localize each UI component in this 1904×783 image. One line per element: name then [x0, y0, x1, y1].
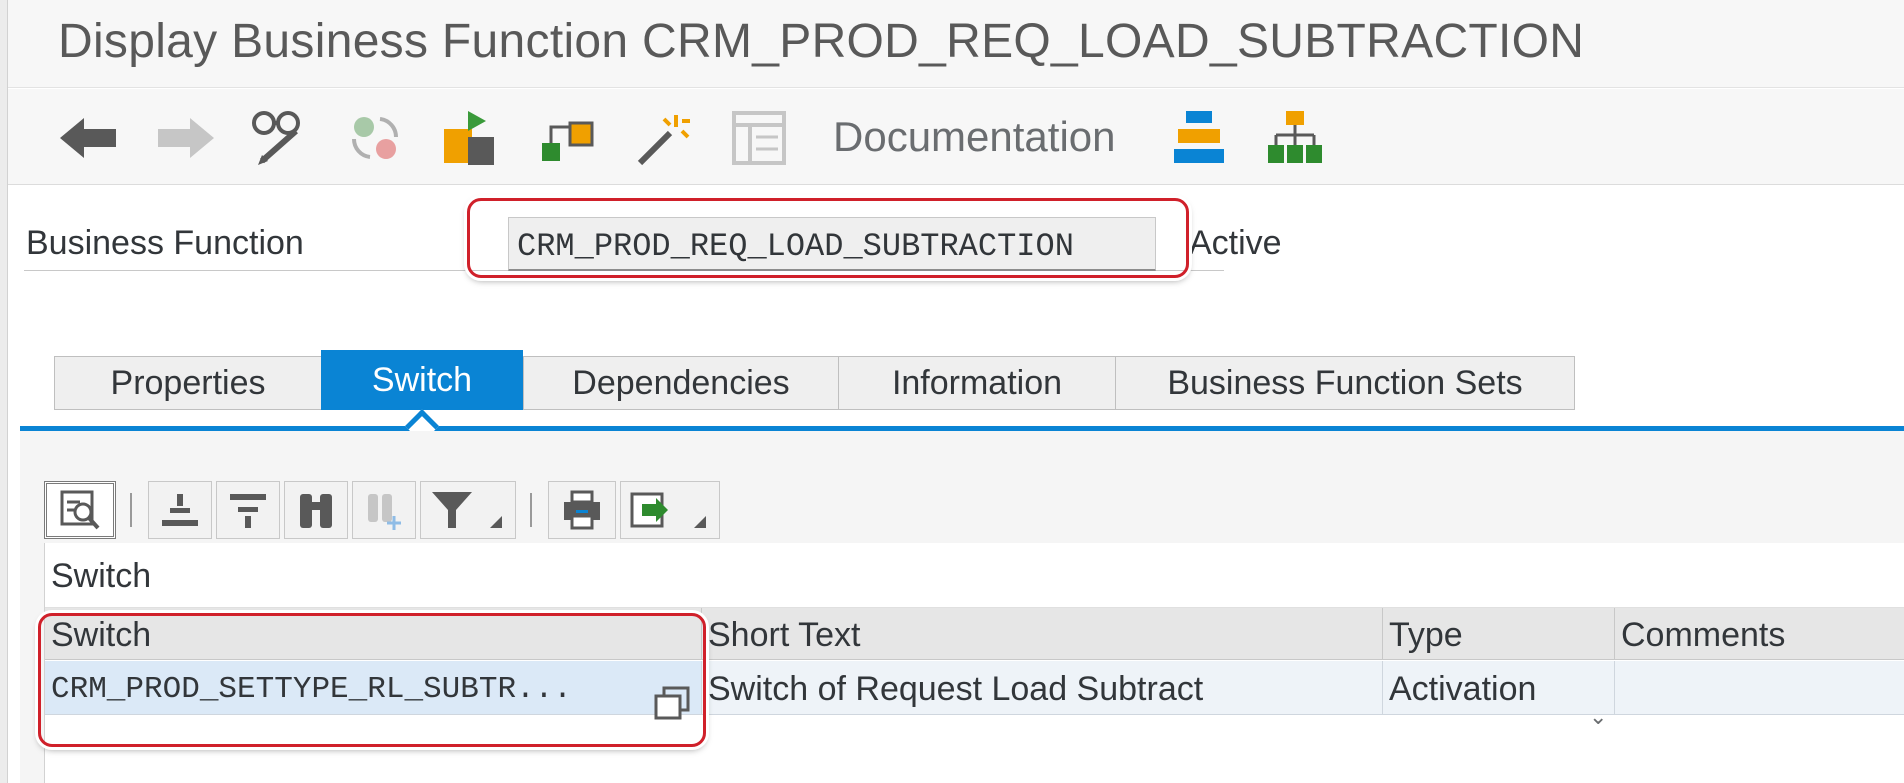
left-window-edge: [0, 0, 8, 783]
details-button[interactable]: [44, 481, 116, 539]
column-header-short-text[interactable]: Short Text: [702, 608, 1383, 660]
tab-properties[interactable]: Properties: [54, 356, 322, 410]
table-cell-short-text[interactable]: Switch of Request Load Subtract: [702, 661, 1383, 715]
sort-ascending-button[interactable]: [148, 481, 212, 539]
back-icon: [60, 118, 116, 158]
find-button[interactable]: [284, 481, 348, 539]
details-icon: [60, 490, 100, 530]
export-icon: [630, 492, 706, 528]
sort-descending-button[interactable]: [216, 481, 280, 539]
page-title: Display Business Function CRM_PROD_REQ_L…: [58, 15, 1585, 68]
toolbar-separator: [530, 493, 532, 527]
forward-icon: [158, 118, 214, 158]
switch-grid: Switch Switch Short Text Type Comments C…: [44, 543, 1904, 783]
documentation-button[interactable]: Documentation: [833, 113, 1116, 161]
copy-icon[interactable]: [652, 686, 692, 727]
toolbar-separator: [130, 493, 132, 527]
where-used-button[interactable]: [536, 107, 598, 169]
application-toolbar: Documentation: [8, 89, 1904, 185]
filter-button[interactable]: [420, 481, 516, 539]
tab-information[interactable]: Information: [838, 356, 1116, 410]
sort-ascending-icon: [162, 494, 198, 526]
magic-wand-button[interactable]: [632, 107, 694, 169]
print-button[interactable]: [548, 481, 616, 539]
column-header-switch[interactable]: Switch: [45, 608, 702, 660]
table-cell-switch[interactable]: CRM_PROD_SETTYPE_RL_SUBTR...: [45, 661, 702, 715]
back-button[interactable]: [58, 107, 120, 169]
export-button[interactable]: [620, 481, 720, 539]
find-next-button[interactable]: [352, 481, 416, 539]
grid-caption: Switch: [51, 557, 152, 595]
display-change-icon: [252, 111, 300, 165]
layout-icon: [732, 111, 786, 165]
switch-icon: [351, 117, 399, 159]
where-used-icon: [542, 121, 594, 161]
type-dropdown[interactable]: Activation: [1383, 661, 1615, 715]
display-change-button[interactable]: [248, 107, 310, 169]
status-text: Active: [1189, 224, 1282, 262]
business-function-row: Business Function CRM_PROD_REQ_LOAD_SUBT…: [8, 186, 1904, 278]
chevron-down-icon[interactable]: ⌄: [1589, 704, 1607, 730]
transport-icon: [444, 111, 494, 165]
tree-button[interactable]: [1264, 107, 1326, 169]
find-icon: [300, 494, 332, 528]
transport-button[interactable]: [440, 107, 502, 169]
tab-dependencies[interactable]: Dependencies: [523, 356, 839, 410]
hierarchy-icon: [1174, 111, 1224, 163]
tree-icon: [1268, 111, 1322, 163]
hierarchy-button[interactable]: [1168, 107, 1230, 169]
find-next-icon: [368, 494, 401, 530]
title-bar: Display Business Function CRM_PROD_REQ_L…: [8, 0, 1904, 88]
magic-wand-icon: [637, 115, 690, 166]
sort-descending-icon: [230, 494, 266, 528]
business-function-label: Business Function: [26, 224, 304, 262]
business-function-field[interactable]: CRM_PROD_REQ_LOAD_SUBTRACTION: [508, 217, 1156, 271]
table-cell-comments[interactable]: [1615, 661, 1904, 715]
forward-button[interactable]: [154, 107, 216, 169]
switch-button[interactable]: [344, 107, 406, 169]
switch-panel: Switch Switch Short Text Type Comments C…: [20, 431, 1904, 783]
column-header-type[interactable]: Type: [1383, 608, 1615, 660]
tab-business-function-sets[interactable]: Business Function Sets: [1115, 356, 1575, 410]
tab-switch[interactable]: Switch: [321, 350, 523, 410]
print-icon: [564, 490, 600, 530]
column-header-comments[interactable]: Comments: [1615, 608, 1904, 660]
filter-icon: [432, 492, 502, 528]
layout-button[interactable]: [728, 107, 790, 169]
